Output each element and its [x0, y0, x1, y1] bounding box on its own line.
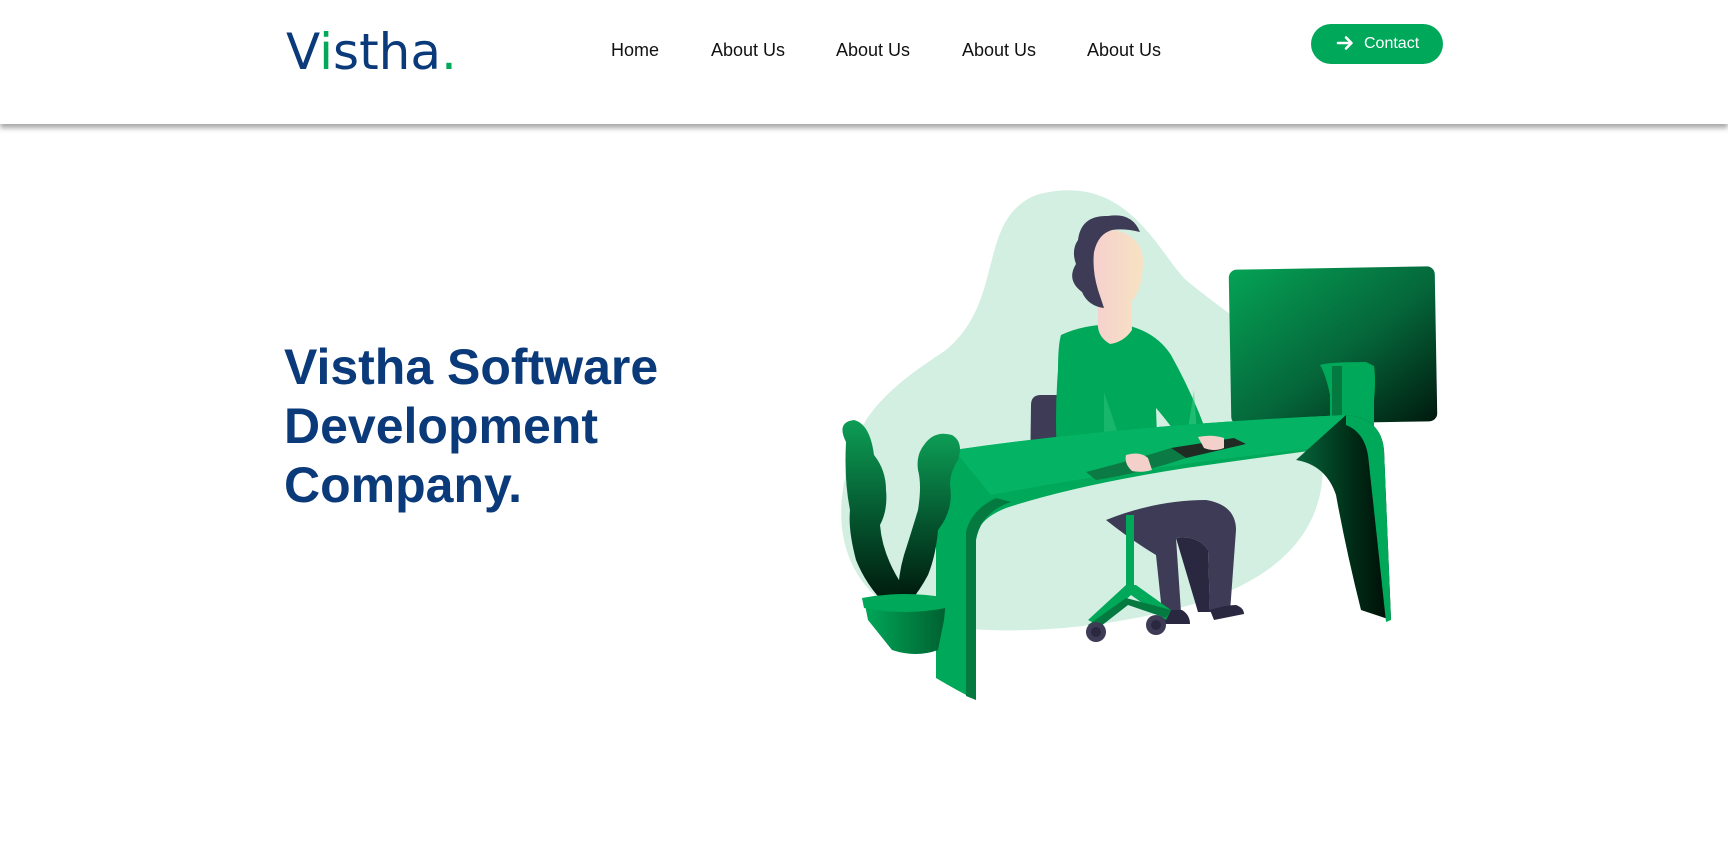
- person-at-desk-illustration: [841, 190, 1438, 700]
- logo-letter-v: V: [286, 23, 320, 81]
- nav-item-about-us-3[interactable]: About Us: [962, 38, 1036, 62]
- arrow-right-icon: [1336, 36, 1353, 50]
- hero-title-line-2: Development: [284, 398, 598, 454]
- site-header: Vistha. Home About Us About Us About Us …: [0, 0, 1728, 124]
- nav-item-about-us-1[interactable]: About Us: [711, 38, 785, 62]
- contact-button[interactable]: Contact: [1311, 24, 1443, 64]
- hero-title: Vistha Software Development Company.: [284, 338, 744, 515]
- hero-title-line-1: Vistha Software: [284, 339, 659, 395]
- nav-item-about-us-4[interactable]: About Us: [1087, 38, 1161, 62]
- logo-letter-i: i: [319, 23, 334, 81]
- chair-post: [1126, 515, 1134, 585]
- nav-item-home[interactable]: Home: [611, 38, 659, 62]
- logo-dot: .: [441, 23, 457, 81]
- logo-rest: stha: [333, 23, 441, 81]
- hero-title-line-3: Company.: [284, 457, 522, 513]
- nav-item-about-us-2[interactable]: About Us: [836, 38, 910, 62]
- contact-button-label: Contact: [1364, 35, 1420, 52]
- brand-logo[interactable]: Vistha.: [286, 22, 457, 82]
